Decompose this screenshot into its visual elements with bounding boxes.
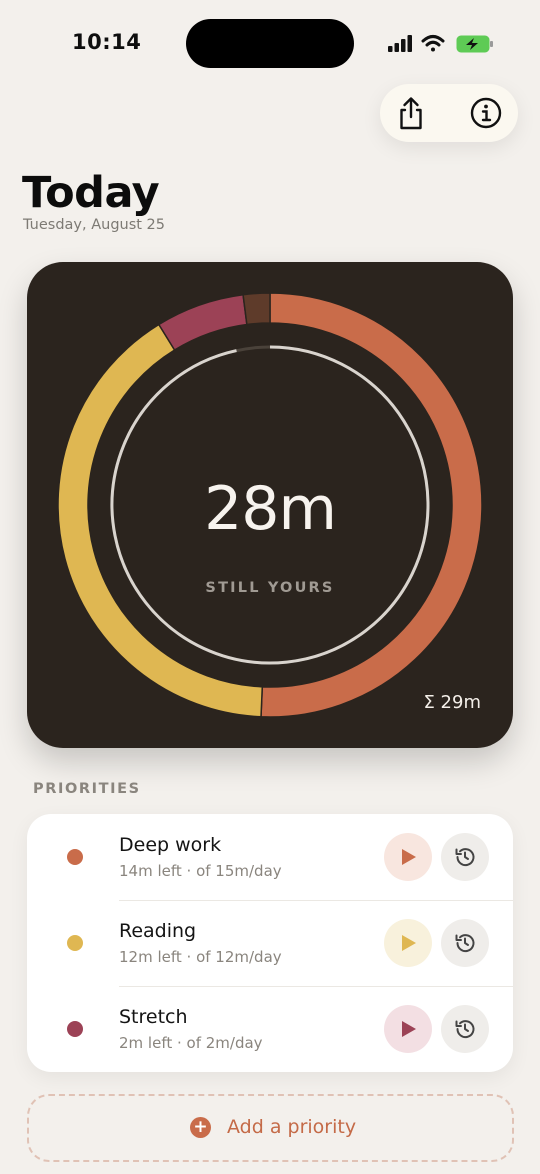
- status-bar: 10:14: [0, 0, 540, 90]
- play-icon: [402, 849, 416, 865]
- history-icon: [455, 934, 475, 953]
- deep-work-history-button[interactable]: [441, 833, 489, 881]
- start-deep-work-button[interactable]: [384, 833, 432, 881]
- battery-icon: [456, 35, 493, 53]
- status-icons: [386, 33, 496, 55]
- priority-remaining: 2m left · of 2m/day: [119, 1034, 263, 1052]
- ring-segment-used: [242, 292, 271, 326]
- priority-row-stretch[interactable]: Stretch 2m left · of 2m/day: [27, 986, 513, 1072]
- info-icon: [470, 97, 502, 129]
- priority-name: Stretch: [119, 1006, 188, 1028]
- remaining-time: 28m: [204, 474, 337, 544]
- plus-icon: +: [190, 1117, 211, 1138]
- share-icon: [400, 97, 422, 130]
- priority-name: Reading: [119, 920, 197, 942]
- page-title: Today: [22, 168, 160, 218]
- priority-color-dot: [67, 1021, 83, 1037]
- priority-color-dot: [67, 849, 83, 865]
- time-ring-card: 28m STILL YOURS Σ 29m: [27, 262, 513, 748]
- share-button[interactable]: [392, 94, 430, 132]
- play-icon: [402, 1021, 416, 1037]
- stretch-history-button[interactable]: [441, 1005, 489, 1053]
- add-priority-button[interactable]: + Add a priority: [27, 1094, 514, 1162]
- start-stretch-button[interactable]: [384, 1005, 432, 1053]
- priority-name: Deep work: [119, 834, 222, 856]
- remaining-label: STILL YOURS: [205, 580, 335, 596]
- start-reading-button[interactable]: [384, 919, 432, 967]
- status-time: 10:14: [72, 30, 142, 54]
- priority-color-dot: [67, 935, 83, 951]
- play-icon: [402, 935, 416, 951]
- priorities-list: Deep work 14m left · of 15m/day Reading …: [27, 814, 513, 1072]
- reading-history-button[interactable]: [441, 919, 489, 967]
- priority-remaining: 12m left · of 12m/day: [119, 948, 282, 966]
- toolbar-actions: [380, 84, 518, 142]
- priority-row-reading[interactable]: Reading 12m left · of 12m/day: [27, 900, 513, 986]
- priority-row-deep-work[interactable]: Deep work 14m left · of 15m/day: [27, 814, 513, 900]
- dynamic-island: [186, 19, 354, 68]
- priority-remaining: 14m left · of 15m/day: [119, 862, 282, 880]
- total-time: Σ 29m: [423, 692, 481, 713]
- priorities-section-label: PRIORITIES: [33, 781, 141, 797]
- ring-segment-stretch: [157, 293, 248, 352]
- history-icon: [455, 1020, 475, 1039]
- history-icon: [455, 848, 475, 867]
- signal-icon: [388, 35, 412, 52]
- add-priority-label: Add a priority: [227, 1116, 357, 1138]
- page-date: Tuesday, August 25: [23, 217, 166, 233]
- info-button[interactable]: [467, 94, 505, 132]
- wifi-icon: [421, 35, 445, 52]
